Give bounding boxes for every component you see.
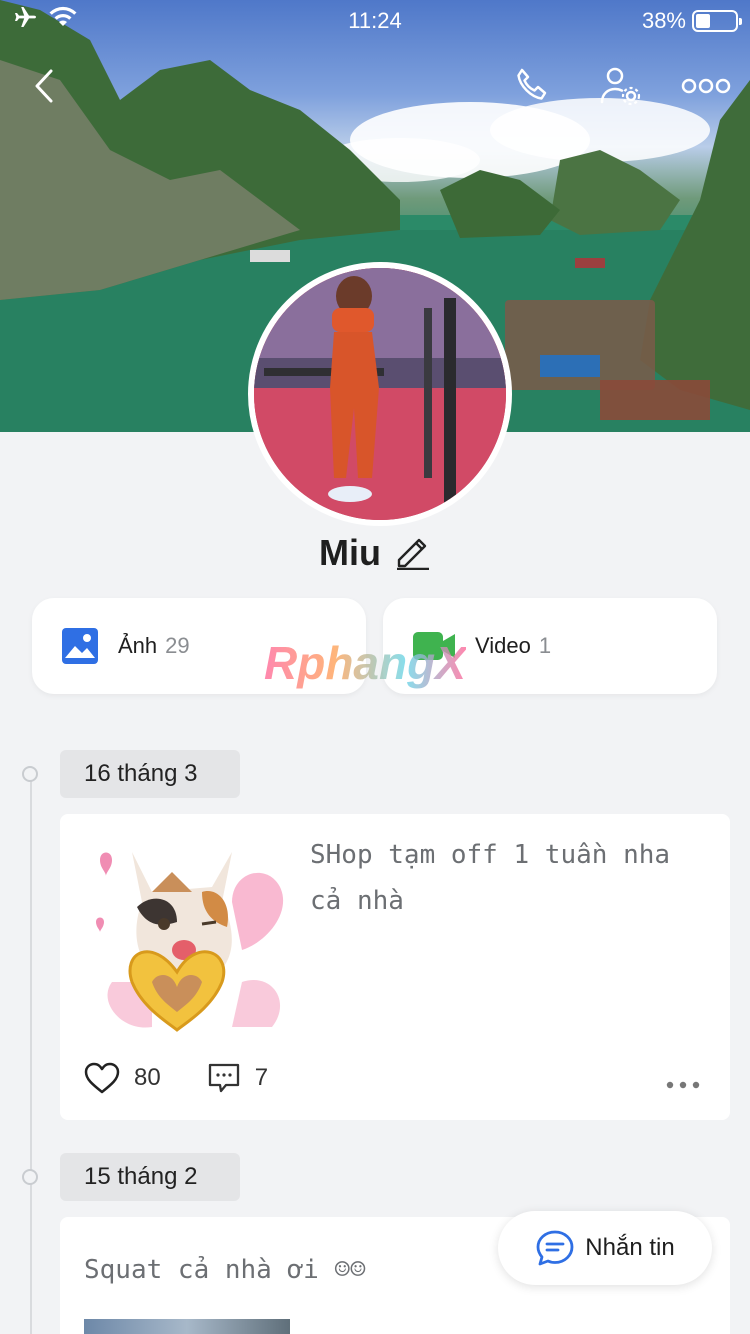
profile-name-row: Miu (0, 528, 750, 578)
user-settings-icon (600, 67, 641, 106)
post-text: Squat cả nhà ơi ☺☺ (84, 1255, 366, 1285)
post-actions: 80 7 (84, 1062, 268, 1094)
back-button[interactable] (18, 62, 70, 110)
timeline-dot (22, 1169, 38, 1185)
post-date: 16 tháng 3 (60, 750, 240, 798)
videos-label-row: Video 1 (475, 633, 551, 659)
photo-icon (62, 628, 98, 664)
more-dots-icon (681, 78, 731, 94)
battery-percent: 38% (641, 8, 686, 33)
like-button[interactable]: 80 (84, 1062, 161, 1094)
more-dots-icon (666, 1081, 700, 1089)
videos-count: 1 (538, 633, 552, 658)
timeline-dot (22, 766, 38, 782)
post-text-line: SHop tạm off 1 tuần nha (310, 840, 671, 870)
message-button-label: Nhắn tin (585, 1234, 675, 1261)
avatar[interactable] (248, 262, 512, 526)
comment-count: 7 (254, 1064, 269, 1091)
comment-icon (208, 1063, 239, 1093)
videos-label: Video (475, 633, 531, 658)
post-date: 15 tháng 2 (60, 1153, 240, 1201)
pencil-icon (396, 538, 429, 570)
profile-name: Miu (319, 532, 381, 573)
edit-name-button[interactable] (395, 532, 431, 575)
timeline-line (30, 774, 32, 1334)
more-options-button[interactable] (680, 62, 732, 110)
photos-count: 29 (165, 633, 190, 658)
watermark-logo: RphangX (264, 637, 466, 689)
heart-icon (84, 1062, 120, 1094)
chat-bubble-icon (536, 1230, 574, 1266)
post-card[interactable]: SHop tạm off 1 tuần nha cả nhà 80 7 (60, 814, 730, 1120)
chevron-left-icon (35, 69, 53, 103)
post-image[interactable] (84, 1319, 290, 1334)
battery-icon (692, 10, 742, 32)
like-count: 80 (134, 1064, 161, 1091)
status-time: 11:24 (348, 8, 402, 33)
comment-button[interactable]: 7 (207, 1062, 268, 1094)
profile-settings-button[interactable] (594, 62, 646, 110)
photos-label: Ảnh (118, 633, 158, 658)
call-button[interactable] (505, 62, 557, 110)
post-more-button[interactable] (666, 1076, 700, 1094)
post-text: SHop tạm off 1 tuần nha cả nhà (310, 832, 710, 924)
message-button[interactable]: Nhắn tin (498, 1211, 712, 1285)
avatar-photo (254, 268, 506, 520)
photos-label-row: Ảnh 29 (118, 633, 190, 659)
post-text-line: cả nhà (310, 886, 404, 916)
status-bar: 11:24 38% (0, 0, 750, 40)
phone-icon (517, 68, 547, 100)
cat-heart-sticker (96, 852, 284, 1032)
